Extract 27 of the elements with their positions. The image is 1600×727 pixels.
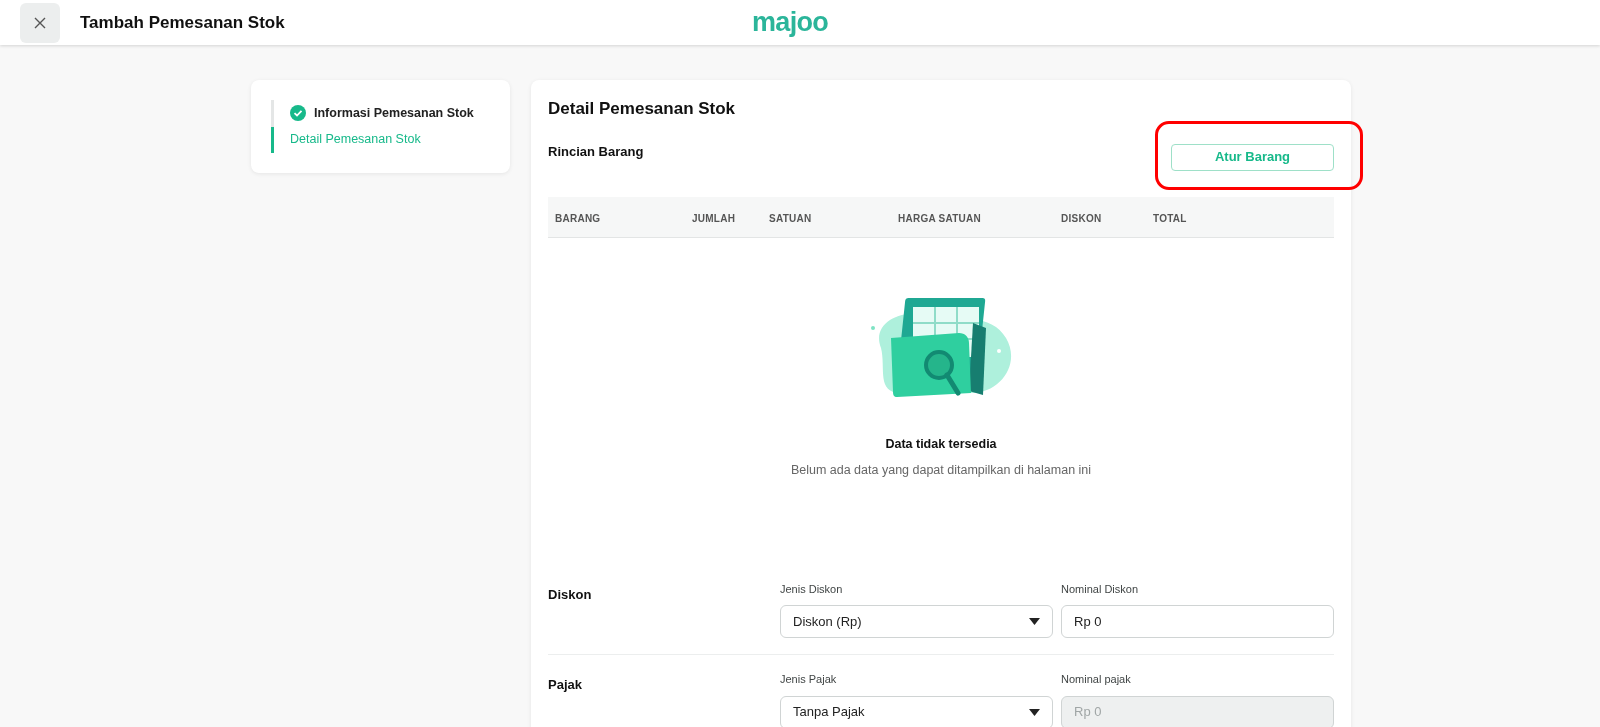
dropdown-field[interactable]: Tanpa Pajak: [780, 695, 1053, 727]
input-field[interactable]: Rp 0: [1061, 605, 1334, 638]
field-label: Jenis Pajak: [780, 672, 838, 687]
check-circle-icon: [290, 105, 306, 122]
field-label: Nominal pajak: [1061, 672, 1132, 687]
brand-logo: majoo: [752, 6, 829, 39]
column-header: HARGA SATUAN: [898, 212, 981, 224]
column-header: DISKON: [1061, 212, 1102, 224]
empty-message: Belum ada data yang dapat ditampilkan di halaman ini: [790, 462, 1092, 480]
card-title: Detail Pemesanan Stok: [548, 98, 737, 120]
field-label: Nominal Diskon: [1061, 581, 1140, 597]
empty-title: Data tidak tersedia: [885, 435, 997, 453]
page-title: Tambah Pemesanan Stok: [80, 11, 285, 34]
section-label: Diskon: [548, 585, 593, 604]
step-item[interactable]: Informasi Pemesanan Stok: [271, 100, 490, 127]
section-label: Pajak: [548, 676, 583, 694]
caret-icon: [1029, 708, 1040, 716]
section-title: Rincian Barang: [548, 142, 644, 161]
caret-icon: [1029, 618, 1040, 625]
column-header: TOTAL: [1153, 212, 1187, 224]
dropdown-field[interactable]: Diskon (Rp): [780, 605, 1053, 638]
column-header: SATUAN: [769, 212, 812, 224]
column-header: JUMLAH: [692, 212, 736, 224]
column-header: BARANG: [555, 212, 601, 224]
close-icon: [34, 16, 46, 29]
close-button[interactable]: [20, 2, 60, 43]
field-label: Jenis Diskon: [780, 581, 844, 597]
